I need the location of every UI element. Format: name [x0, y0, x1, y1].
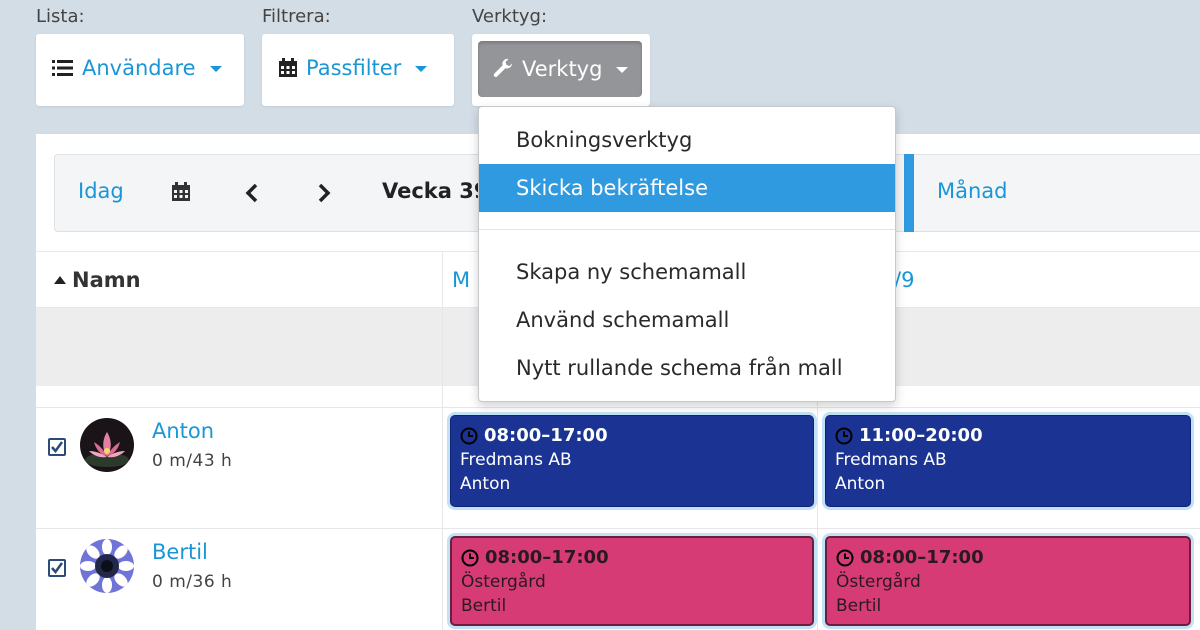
person-checkbox[interactable]: [48, 438, 66, 456]
summary-name-cell: [36, 308, 442, 386]
name-header-label: Namn: [72, 268, 141, 292]
shift-time: 08:00–17:00: [461, 546, 803, 570]
calendar-icon: [279, 58, 297, 77]
shift-time-label: 08:00–17:00: [860, 547, 984, 568]
menu-item-rolling-schedule[interactable]: Nytt rullande schema från mall: [479, 344, 895, 392]
users-dropdown-button[interactable]: Användare: [52, 56, 222, 80]
filter-group-label: Filtrera:: [262, 6, 331, 27]
tools-group-label: Verktyg:: [472, 6, 548, 27]
caret-down-icon: [415, 66, 428, 72]
caret-down-icon: [209, 66, 222, 72]
tools-card: Verktyg: [472, 34, 650, 106]
column-divider: [442, 251, 443, 630]
shift-block[interactable]: 08:00–17:00 Östergård Bertil: [450, 536, 814, 626]
shift-company: Fredmans AB: [835, 450, 947, 470]
person-name-link[interactable]: Anton: [152, 419, 214, 443]
clock-icon: [460, 427, 478, 445]
datepicker-button[interactable]: [171, 182, 191, 207]
day1-column-header[interactable]: M: [452, 268, 470, 292]
chevron-left-icon: [245, 183, 258, 203]
shift-time-label: 11:00–20:00: [859, 425, 983, 446]
person-hours: 0 m/43 h: [152, 451, 233, 471]
shift-company: Fredmans AB: [460, 450, 572, 470]
shift-time: 11:00–20:00: [835, 424, 1181, 448]
shift-person: Anton: [835, 474, 886, 494]
wrench-icon: [493, 58, 513, 77]
tools-button-label: Verktyg: [522, 57, 603, 81]
previous-week-button[interactable]: [245, 183, 259, 208]
shift-company: Östergård: [836, 572, 921, 592]
person-row-anton: Anton 0 m/43 h: [36, 408, 442, 528]
avatar: [80, 418, 134, 472]
shift-time-label: 08:00–17:00: [484, 425, 608, 446]
list-group-label: Lista:: [36, 6, 85, 27]
today-button[interactable]: Idag: [78, 179, 124, 203]
shift-time: 08:00–17:00: [836, 546, 1180, 570]
list-icon: [52, 60, 73, 76]
view-active-indicator: [904, 154, 914, 232]
shiftfilter-button-label: Passfilter: [306, 56, 402, 80]
clock-icon: [461, 549, 479, 567]
next-week-button[interactable]: [317, 183, 331, 208]
shift-person: Anton: [460, 474, 511, 494]
caret-down-icon: [616, 67, 629, 73]
shift-company: Östergård: [461, 572, 546, 592]
person-hours: 0 m/36 h: [152, 572, 233, 592]
shift-block[interactable]: 08:00–17:00 Östergård Bertil: [825, 536, 1191, 626]
week-title: Vecka 39: [382, 179, 489, 203]
shift-person: Bertil: [461, 596, 507, 616]
shift-block[interactable]: 08:00–17:00 Fredmans AB Anton: [450, 415, 814, 507]
shift-person: Bertil: [836, 596, 882, 616]
menu-item-send-confirmation[interactable]: Skicka bekräftelse: [479, 164, 895, 212]
shiftfilter-dropdown-button[interactable]: Passfilter: [278, 56, 428, 80]
list-card: Användare: [36, 34, 244, 106]
filter-card: Passfilter: [262, 34, 454, 106]
clock-icon: [835, 427, 853, 445]
tools-dropdown-button[interactable]: Verktyg: [478, 41, 642, 97]
tools-dropdown-menu: Bokningsverktyg Skicka bekräftelse Skapa…: [478, 106, 896, 402]
users-button-label: Användare: [82, 56, 196, 80]
day2-column-header[interactable]: /9: [894, 268, 914, 292]
month-view-button[interactable]: Månad: [937, 179, 1008, 203]
shift-block[interactable]: 11:00–20:00 Fredmans AB Anton: [825, 415, 1191, 507]
clock-icon: [836, 549, 854, 567]
name-column-header[interactable]: Namn: [54, 268, 141, 292]
menu-item-create-template[interactable]: Skapa ny schemamall: [479, 248, 895, 296]
menu-item-use-template[interactable]: Använd schemamall: [479, 296, 895, 344]
shift-time: 08:00–17:00: [460, 424, 804, 448]
calendar-icon: [172, 182, 190, 201]
shift-time-label: 08:00–17:00: [485, 547, 609, 568]
person-checkbox[interactable]: [48, 559, 66, 577]
avatar: [80, 539, 134, 593]
sort-up-icon: [54, 276, 66, 284]
checkbox-checked-icon: [51, 441, 64, 454]
menu-item-booking-tools[interactable]: Bokningsverktyg: [479, 116, 895, 164]
menu-divider: [479, 229, 895, 230]
person-name-link[interactable]: Bertil: [152, 540, 208, 564]
person-row-bertil: Bertil 0 m/36 h: [36, 529, 442, 630]
chevron-right-icon: [318, 183, 331, 203]
checkbox-checked-icon: [51, 562, 64, 575]
